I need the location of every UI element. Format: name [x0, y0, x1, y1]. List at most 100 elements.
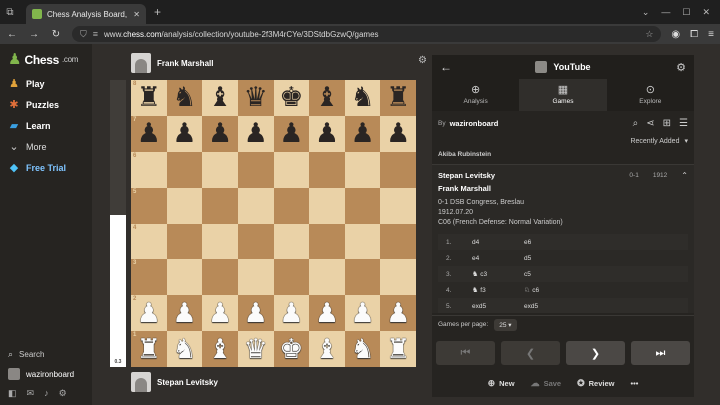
black-move[interactable]: c5: [524, 271, 576, 278]
board-square[interactable]: [344, 187, 381, 224]
bottom-player[interactable]: Stepan Levitsky: [131, 372, 218, 392]
black-king-piece[interactable]: ♚: [279, 84, 303, 111]
tab-overview-icon[interactable]: ⧉: [0, 7, 20, 18]
share-icon[interactable]: ⋖: [646, 118, 654, 129]
panel-settings-icon[interactable]: ⚙: [676, 61, 686, 74]
black-queen-piece[interactable]: ♛: [244, 84, 268, 111]
white-knight-piece[interactable]: ♞: [172, 335, 196, 363]
black-pawn-piece[interactable]: ♟: [350, 120, 374, 147]
board-square[interactable]: 1 ♜: [131, 331, 167, 367]
new-tab-icon[interactable]: +: [154, 5, 161, 19]
black-bishop-piece[interactable]: ♝: [208, 84, 232, 111]
black-pawn-piece[interactable]: ♟: [386, 120, 410, 147]
white-pawn-piece[interactable]: ♟: [386, 299, 410, 327]
forward-icon[interactable]: →: [28, 29, 40, 40]
board-square[interactable]: [380, 223, 416, 260]
tab-analysis[interactable]: ⊕ Analysis: [432, 79, 519, 111]
board-square[interactable]: 6: [131, 151, 167, 188]
black-pawn-piece[interactable]: ♟: [315, 120, 339, 147]
board-square[interactable]: [202, 223, 238, 260]
white-rook-piece[interactable]: ♜: [386, 335, 410, 363]
reload-icon[interactable]: ↻: [50, 29, 62, 40]
tab-explore[interactable]: ⊙ Explore: [607, 79, 694, 111]
black-move[interactable]: d5: [524, 255, 576, 262]
board-square[interactable]: ♟: [344, 295, 381, 332]
black-knight-piece[interactable]: ♞: [350, 84, 374, 111]
black-move[interactable]: exd5: [524, 303, 576, 310]
board-square[interactable]: ♚: [273, 331, 310, 367]
shield-icon[interactable]: ⛉: [80, 29, 87, 40]
white-king-piece[interactable]: ♚: [279, 335, 303, 363]
top-player[interactable]: Frank Marshall: [131, 53, 213, 73]
sidebar-item-more[interactable]: ⌄ More: [0, 136, 92, 157]
close-window-icon[interactable]: ✕: [702, 7, 710, 18]
board-square[interactable]: [309, 223, 345, 260]
sidebar-collapse-icon[interactable]: ◧: [8, 388, 17, 399]
board-square[interactable]: ♚: [273, 80, 310, 116]
black-rook-piece[interactable]: ♜: [386, 84, 410, 111]
list-item[interactable]: Akiba Rubinstein: [432, 151, 694, 165]
account-icon[interactable]: ◉: [671, 29, 680, 40]
settings-icon[interactable]: ⚙: [59, 388, 67, 399]
black-pawn-piece[interactable]: ♟: [172, 120, 196, 147]
menu-icon[interactable]: ≡: [708, 29, 714, 40]
black-rook-piece[interactable]: ♜: [137, 84, 161, 111]
black-bishop-piece[interactable]: ♝: [315, 84, 339, 111]
board-square[interactable]: [166, 151, 203, 188]
board-square[interactable]: ♟: [273, 115, 310, 152]
minimize-icon[interactable]: —: [661, 7, 670, 18]
board-square[interactable]: ♟: [309, 115, 345, 152]
board-square[interactable]: ♟: [202, 115, 238, 152]
black-knight-piece[interactable]: ♞: [172, 84, 196, 111]
board-square[interactable]: [380, 259, 416, 296]
board-square[interactable]: [166, 187, 203, 224]
new-button[interactable]: ⊕ New: [488, 378, 515, 389]
board-square[interactable]: [380, 151, 416, 188]
sidebar-search[interactable]: ⌕ Search: [0, 344, 92, 364]
board-square[interactable]: [273, 223, 310, 260]
next-move-button[interactable]: ❯: [566, 341, 625, 365]
board-square[interactable]: [202, 151, 238, 188]
board-square[interactable]: [344, 223, 381, 260]
previous-move-button[interactable]: ❮: [501, 341, 560, 365]
white-knight-piece[interactable]: ♞: [350, 335, 374, 363]
review-button[interactable]: ✪ Review: [577, 378, 614, 389]
sidebar-item-free-trial[interactable]: ◆ Free Trial: [0, 157, 92, 178]
white-pawn-piece[interactable]: ♟: [208, 299, 232, 327]
board-square[interactable]: ♝: [202, 331, 238, 367]
sidebar-item-play[interactable]: ♟ Play: [0, 73, 92, 94]
white-pawn-piece[interactable]: ♟: [172, 299, 196, 327]
board-square[interactable]: [166, 223, 203, 260]
chevron-up-icon[interactable]: ⌃: [681, 171, 688, 180]
tab-list-icon[interactable]: ⌄: [642, 7, 650, 18]
black-pawn-piece[interactable]: ♟: [244, 120, 268, 147]
white-pawn-piece[interactable]: ♟: [350, 299, 374, 327]
extensions-icon[interactable]: ⧠: [690, 29, 698, 40]
list-view-icon[interactable]: ☰: [679, 118, 688, 129]
black-pawn-piece[interactable]: ♟: [208, 120, 232, 147]
white-move[interactable]: d4: [472, 239, 524, 246]
board-square[interactable]: 4: [131, 223, 167, 260]
board-square[interactable]: [309, 151, 345, 188]
maximize-icon[interactable]: ☐: [682, 7, 690, 18]
board-square[interactable]: 3: [131, 259, 167, 296]
bookmark-star-icon[interactable]: ☆: [645, 29, 653, 40]
chess-board[interactable]: 8 ♜ ♞ ♝ ♛ ♚ ♝ ♞ ♜ 7 ♟ ♟ ♟ ♟ ♟ ♟ ♟ ♟ 6 5 4 3 2 ♟ ♟ ♟ ♟ ♟ ♟ ♟ ♟ 1 ♜ ♞ ♝ ♛ ♚ ♝ ♞ ♜: [131, 80, 416, 367]
white-pawn-piece[interactable]: ♟: [279, 299, 303, 327]
board-square[interactable]: [237, 187, 274, 224]
board-square[interactable]: [237, 151, 274, 188]
board-square[interactable]: ♟: [380, 295, 416, 332]
white-move[interactable]: exd5: [472, 303, 524, 310]
board-square[interactable]: [309, 187, 345, 224]
sidebar-profile[interactable]: wazironboard: [0, 364, 92, 384]
board-square[interactable]: 7 ♟: [131, 115, 167, 152]
board-square[interactable]: ♞: [166, 331, 203, 367]
selected-game[interactable]: Stepan Levitsky 0-1 1912 ⌃ Frank Marshal…: [432, 165, 694, 313]
black-pawn-piece[interactable]: ♟: [279, 120, 303, 147]
board-square[interactable]: [273, 151, 310, 188]
notifications-icon[interactable]: ♪: [44, 388, 49, 399]
board-square[interactable]: [166, 259, 203, 296]
black-move[interactable]: e6: [524, 239, 576, 246]
white-queen-piece[interactable]: ♛: [244, 335, 268, 363]
board-square[interactable]: ♜: [380, 80, 416, 116]
